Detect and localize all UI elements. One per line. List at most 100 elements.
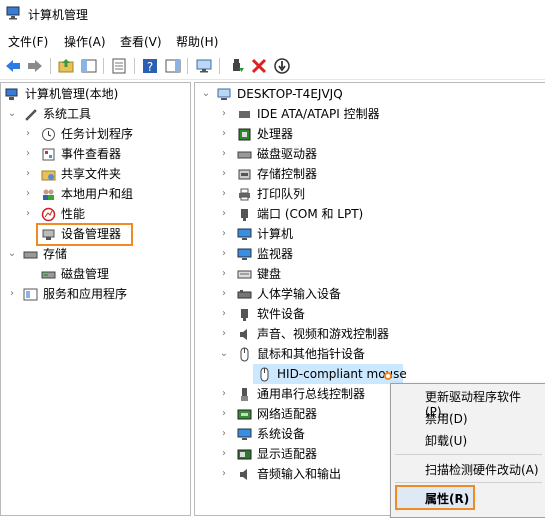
device-tree-root-label: DESKTOP-T4EJVJQ: [237, 87, 343, 101]
device-category-label: 音频输入和输出: [257, 467, 342, 481]
shared-folder-icon: [41, 170, 56, 181]
show-action-pane-icon[interactable]: [164, 57, 182, 75]
chevron-right-icon[interactable]: ›: [7, 284, 17, 304]
chevron-right-icon[interactable]: ›: [219, 124, 229, 144]
mouse-icon: [240, 347, 249, 362]
device-category[interactable]: › 计算机: [199, 224, 539, 244]
chevron-down-icon[interactable]: ⌄: [201, 84, 211, 104]
device-category-mice[interactable]: ⌄ 鼠标和其他指针设备: [199, 344, 539, 364]
audio-io-icon: [240, 469, 247, 480]
device-tree-root[interactable]: ⌄ DESKTOP-T4EJVJQ: [199, 84, 539, 104]
tree-item-performance[interactable]: › 性能: [5, 204, 185, 224]
up-folder-icon[interactable]: [57, 57, 75, 75]
export-list-icon[interactable]: [110, 57, 128, 75]
tree-item-label: 性能: [61, 207, 86, 221]
tree-system-tools[interactable]: ⌄ 系统工具: [5, 104, 185, 124]
menu-file[interactable]: 文件(F): [8, 33, 48, 50]
console-tree-pane[interactable]: 计算机管理(本地) ⌄ 系统工具 › 任务计划程序 › 事件查看器 › 共享文件…: [0, 82, 191, 516]
help-icon[interactable]: ?: [141, 57, 159, 75]
chevron-right-icon[interactable]: ›: [219, 144, 229, 164]
device-category-label: IDE ATA/ATAPI 控制器: [257, 107, 380, 121]
device-category-label: 端口 (COM 和 LPT): [257, 207, 364, 221]
chevron-right-icon[interactable]: ›: [219, 244, 229, 264]
disk-management-icon: [41, 271, 56, 279]
device-category[interactable]: › 处理器: [199, 124, 539, 144]
device-category[interactable]: › 监视器: [199, 244, 539, 264]
device-category[interactable]: › 存储控制器: [199, 164, 539, 184]
chevron-right-icon[interactable]: ›: [23, 144, 33, 164]
forward-arrow-icon[interactable]: [26, 57, 44, 75]
chevron-right-icon[interactable]: ›: [219, 284, 229, 304]
chevron-right-icon[interactable]: ›: [23, 204, 33, 224]
back-arrow-icon[interactable]: [4, 57, 22, 75]
chevron-right-icon[interactable]: ›: [219, 384, 229, 404]
chevron-right-icon[interactable]: ›: [219, 424, 229, 444]
computer-icon: [237, 228, 252, 240]
computer-icon: [217, 88, 231, 100]
device-category[interactable]: › 键盘: [199, 264, 539, 284]
device-hid-mouse[interactable]: HID-compliant mouse: [253, 364, 407, 384]
enable-device-icon[interactable]: [228, 57, 246, 75]
software-device-icon: [241, 309, 248, 321]
uninstall-icon[interactable]: [250, 57, 268, 75]
chevron-right-icon[interactable]: ›: [219, 224, 229, 244]
toolbar-separator: [187, 58, 188, 74]
device-category-label: 网络适配器: [257, 407, 318, 421]
device-category[interactable]: › 声音、视频和游戏控制器: [199, 324, 539, 344]
title-bar: 计算机管理: [0, 0, 545, 28]
chevron-down-icon[interactable]: ⌄: [7, 104, 17, 124]
tree-root[interactable]: 计算机管理(本地): [5, 84, 185, 104]
storage-controller-icon: [238, 169, 251, 180]
cursor-marker: [384, 372, 392, 380]
device-category[interactable]: › 打印队列: [199, 184, 539, 204]
chevron-right-icon[interactable]: ›: [219, 324, 229, 344]
device-category[interactable]: › 磁盘驱动器: [199, 144, 539, 164]
tree-item-shared-folders[interactable]: › 共享文件夹: [5, 164, 185, 184]
update-driver-icon[interactable]: [273, 57, 291, 75]
menu-item-disable[interactable]: 禁用(D): [425, 410, 468, 427]
tree-item-task-scheduler[interactable]: › 任务计划程序: [5, 124, 185, 144]
speaker-icon: [240, 329, 247, 340]
menu-item-scan-hardware[interactable]: 扫描检测硬件改动(A): [425, 461, 539, 478]
chevron-right-icon[interactable]: ›: [219, 264, 229, 284]
tree-item-event-viewer[interactable]: › 事件查看器: [5, 144, 185, 164]
tree-item-device-manager[interactable]: 设备管理器: [5, 224, 185, 244]
display-adapter-icon: [237, 449, 252, 460]
processor-icon: [238, 128, 251, 141]
chevron-right-icon[interactable]: ›: [219, 104, 229, 124]
tree-item-label: 设备管理器: [61, 227, 122, 241]
chevron-right-icon[interactable]: ›: [219, 464, 229, 484]
chevron-right-icon[interactable]: ›: [219, 204, 229, 224]
menu-action[interactable]: 操作(A): [64, 33, 106, 50]
chevron-right-icon[interactable]: ›: [219, 304, 229, 324]
menu-view[interactable]: 查看(V): [120, 33, 162, 50]
port-icon: [241, 209, 248, 221]
menu-help[interactable]: 帮助(H): [176, 33, 218, 50]
menu-item-uninstall[interactable]: 卸载(U): [425, 432, 467, 449]
menu-item-properties[interactable]: 属性(R): [425, 490, 469, 507]
device-category[interactable]: › 人体学输入设备: [199, 284, 539, 304]
tree-item-label: 磁盘管理: [61, 267, 110, 281]
scan-hardware-icon[interactable]: [195, 57, 213, 75]
chevron-right-icon[interactable]: ›: [219, 184, 229, 204]
device-category-label: 打印队列: [257, 187, 306, 201]
device-category-label: 存储控制器: [257, 167, 318, 181]
chevron-right-icon[interactable]: ›: [23, 164, 33, 184]
device-category-label: 监视器: [257, 247, 294, 261]
show-tree-icon[interactable]: [80, 57, 98, 75]
chevron-right-icon[interactable]: ›: [23, 184, 33, 204]
tree-storage[interactable]: ⌄ 存储: [5, 244, 185, 264]
device-category-label: 声音、视频和游戏控制器: [257, 327, 390, 341]
device-category[interactable]: › 软件设备: [199, 304, 539, 324]
chevron-right-icon[interactable]: ›: [219, 444, 229, 464]
chevron-down-icon[interactable]: ⌄: [219, 344, 229, 364]
device-category[interactable]: › IDE ATA/ATAPI 控制器: [199, 104, 539, 124]
chevron-right-icon[interactable]: ›: [219, 404, 229, 424]
tree-item-disk-management[interactable]: 磁盘管理: [5, 264, 185, 284]
device-category[interactable]: › 端口 (COM 和 LPT): [199, 204, 539, 224]
chevron-right-icon[interactable]: ›: [23, 124, 33, 144]
chevron-right-icon[interactable]: ›: [219, 164, 229, 184]
tree-services[interactable]: › 服务和应用程序: [5, 284, 185, 304]
tree-item-local-users[interactable]: › 本地用户和组: [5, 184, 185, 204]
chevron-down-icon[interactable]: ⌄: [7, 244, 17, 264]
